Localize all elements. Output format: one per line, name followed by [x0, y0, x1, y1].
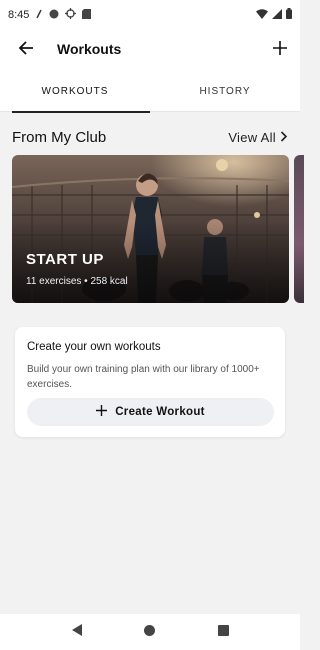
status-bar: 8:45 — [0, 0, 300, 30]
add-workout-button[interactable] — [268, 38, 292, 62]
create-card-heading: Create your own workouts — [27, 341, 161, 353]
nav-back-button[interactable] — [62, 617, 92, 647]
back-triangle-icon — [71, 623, 82, 641]
app-header: Workouts — [0, 30, 300, 70]
arrow-left-icon — [18, 40, 34, 61]
status-right — [256, 8, 292, 22]
tab-workouts[interactable]: WORKOUTS — [0, 70, 150, 113]
chevron-right-icon — [280, 130, 288, 145]
workout-card[interactable]: START UP 11 exercises • 258 kcal — [12, 155, 289, 303]
system-nav-bar — [0, 614, 300, 650]
plus-icon — [96, 405, 108, 419]
view-all-link[interactable]: View All — [228, 130, 288, 145]
create-workout-label: Create Workout — [115, 406, 205, 418]
back-button[interactable] — [14, 38, 38, 62]
next-workout-card-peek[interactable] — [294, 155, 304, 303]
circle-icon — [49, 9, 59, 22]
sd-card-icon — [82, 8, 92, 22]
status-time: 8:45 — [8, 9, 30, 21]
create-card-description: Build your own training plan with our li… — [27, 364, 260, 390]
club-section-header: From My Club View All — [12, 126, 288, 148]
workout-card-meta: 11 exercises • 258 kcal — [26, 276, 128, 287]
create-workout-button[interactable]: Create Workout — [27, 398, 274, 426]
nav-recents-button[interactable] — [208, 617, 238, 647]
create-workout-card: Create your own workouts Build your own … — [15, 327, 285, 437]
cell-signal-icon — [272, 8, 282, 22]
wifi-icon — [256, 8, 268, 22]
nav-home-button[interactable] — [135, 617, 165, 647]
home-circle-icon — [144, 623, 156, 641]
view-all-label: View All — [228, 129, 276, 145]
recents-square-icon — [217, 623, 229, 641]
workout-card-title: START UP — [26, 251, 104, 268]
tab-bar: WORKOUTS HISTORY — [0, 70, 300, 113]
status-left: 8:45 — [8, 8, 92, 22]
crosshair-icon — [65, 8, 77, 22]
plus-icon — [273, 40, 287, 60]
section-title: From My Club — [12, 128, 107, 146]
tab-history[interactable]: HISTORY — [150, 70, 300, 112]
page-title: Workouts — [57, 41, 122, 57]
signal-slash-icon — [35, 9, 43, 22]
battery-icon — [286, 8, 292, 22]
